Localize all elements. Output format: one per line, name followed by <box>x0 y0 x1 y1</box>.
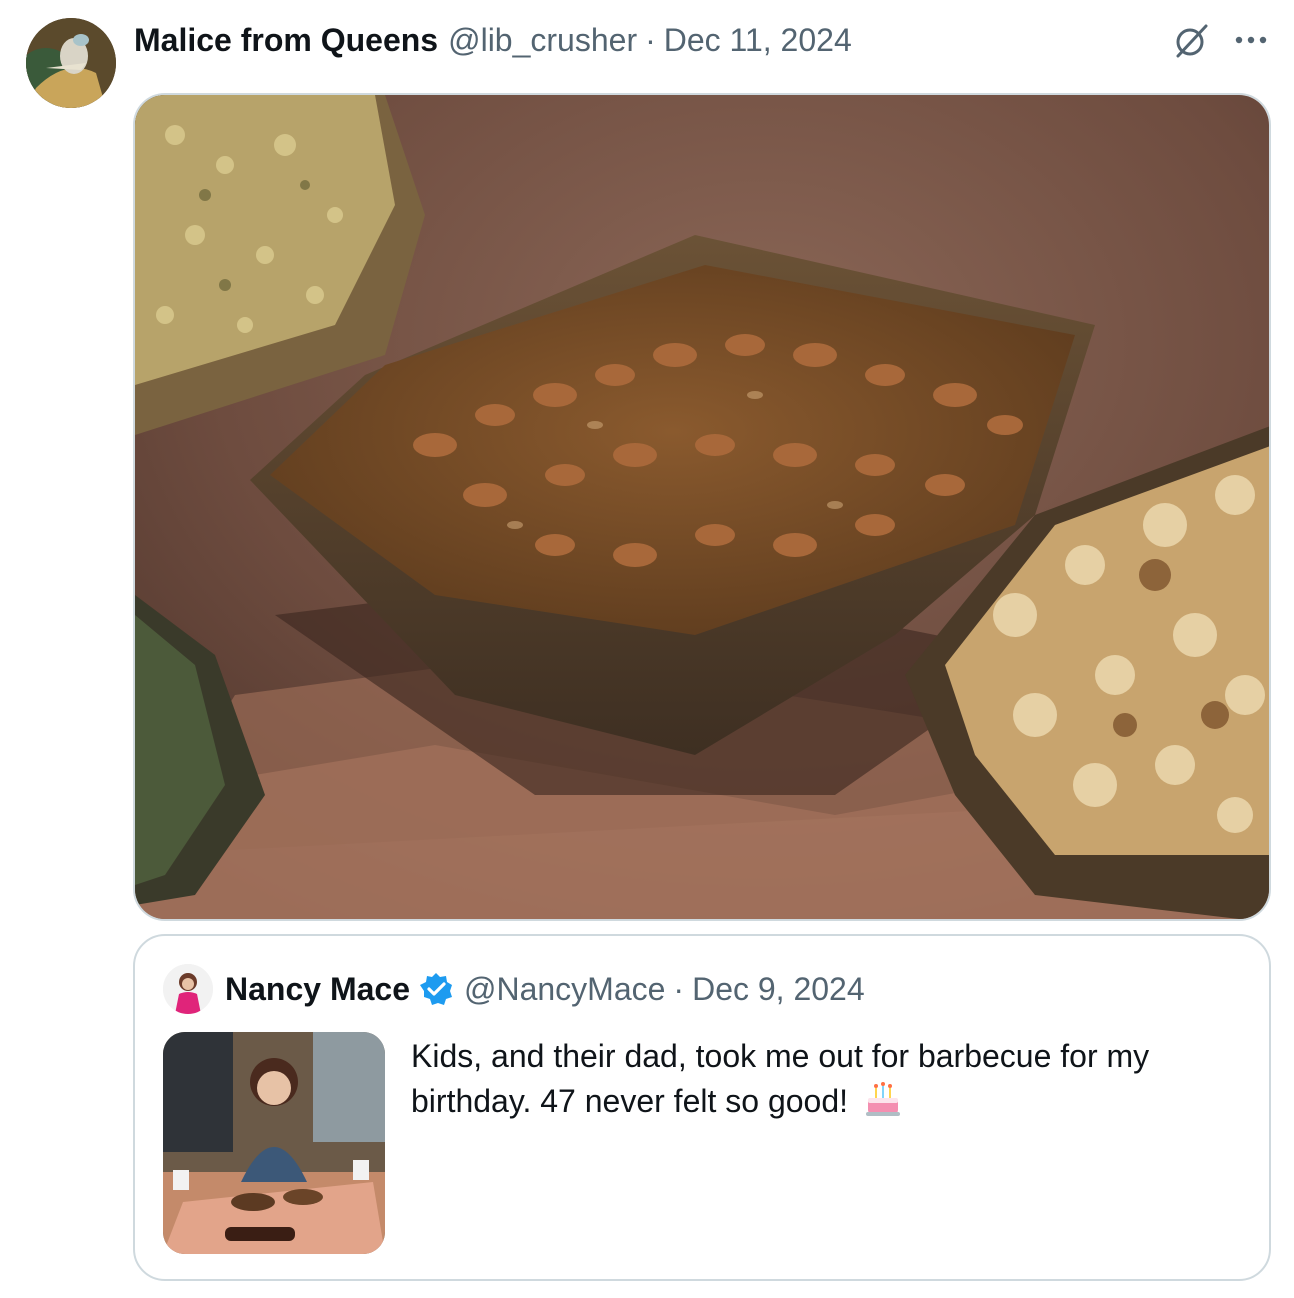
verified-badge-icon[interactable] <box>418 971 454 1007</box>
author-name[interactable]: Malice from Queens <box>134 22 438 59</box>
author-handle[interactable]: @lib_crusher <box>448 22 637 59</box>
quoted-tweet-header: Nancy Mace @NancyMace · Dec 9, 2024 <box>225 966 865 1012</box>
quoted-author-handle[interactable]: @NancyMace <box>464 971 665 1008</box>
separator-dot: · <box>645 21 656 58</box>
quoted-tweet-text: Kids, and their dad, took me out for bar… <box>411 1034 1241 1123</box>
tweet-media-photo[interactable] <box>133 93 1271 921</box>
separator-dot: · <box>673 970 685 1007</box>
quoted-tweet[interactable]: Nancy Mace @NancyMace · Dec 9, 2024 Kids… <box>133 934 1271 1281</box>
quoted-tweet-body: Kids, and their dad, took me out for bar… <box>411 1038 1150 1119</box>
quoted-author-name[interactable]: Nancy Mace <box>225 971 410 1008</box>
quoted-tweet-date[interactable]: Dec 9, 2024 <box>692 971 865 1008</box>
more-icon[interactable] <box>1234 34 1268 46</box>
birthday-cake-icon <box>865 1082 900 1116</box>
tweet-date[interactable]: Dec 11, 2024 <box>664 22 852 59</box>
author-avatar[interactable] <box>26 18 116 108</box>
quoted-tweet-photo[interactable] <box>163 1032 385 1254</box>
quoted-author-avatar[interactable] <box>163 964 213 1014</box>
grok-icon[interactable] <box>1172 22 1210 60</box>
tweet-header: Malice from Queens @lib_crusher · Dec 11… <box>134 20 852 60</box>
